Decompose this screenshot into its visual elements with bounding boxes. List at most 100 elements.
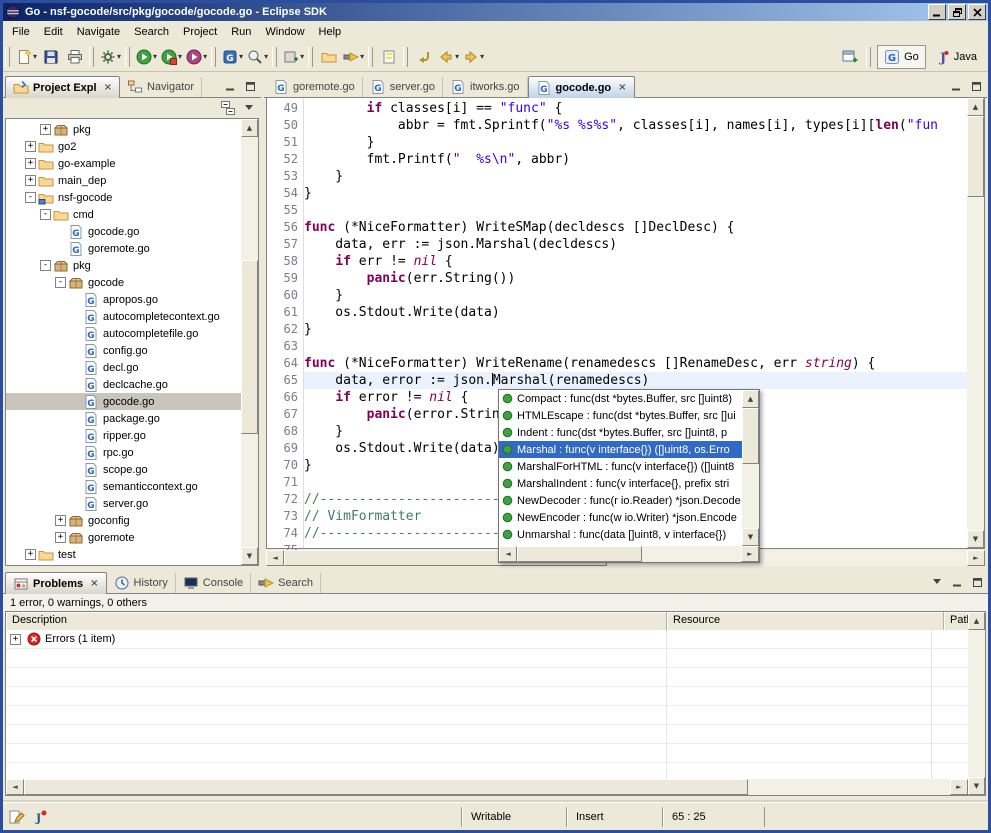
column-header-resource[interactable]: Resource <box>667 612 944 630</box>
tree-item-apropos-go[interactable]: Gapropos.go <box>6 291 241 308</box>
scroll-left-button[interactable]: ◄ <box>266 550 284 566</box>
dropdown-arrow-icon[interactable]: ▾ <box>33 52 37 61</box>
plus-expander-icon[interactable]: + <box>25 549 36 560</box>
plus-expander-icon[interactable]: + <box>25 158 36 169</box>
view-menu-button[interactable] <box>241 101 257 115</box>
dropdown-arrow-icon[interactable]: ▾ <box>203 52 207 61</box>
restore-button[interactable] <box>948 4 966 20</box>
close-icon[interactable]: × <box>90 578 98 589</box>
code-line-61[interactable]: os.Stdout.Write(data) <box>304 304 967 321</box>
scroll-up-button[interactable]: ▲ <box>968 612 985 630</box>
code-line-51[interactable]: } <box>304 134 967 151</box>
tree-item-go2[interactable]: +go2 <box>6 138 241 155</box>
plus-expander-icon[interactable]: + <box>40 124 51 135</box>
tree-item-declcache-go[interactable]: Gdeclcache.go <box>6 376 241 393</box>
completion-item[interactable]: Indent : func(dst *bytes.Buffer, src []u… <box>499 424 742 441</box>
scroll-down-button[interactable]: ▼ <box>968 777 985 795</box>
close-icon[interactable]: × <box>104 82 112 93</box>
scroll-down-button[interactable]: ▼ <box>742 528 759 546</box>
minus-expander-icon[interactable]: - <box>40 209 51 220</box>
tab-project-expl[interactable]: Project Expl× <box>5 76 120 98</box>
scrollbar-thumb[interactable] <box>742 408 759 464</box>
toolbar-profile-button[interactable]: ▾ <box>184 45 209 69</box>
scrollbar-track[interactable] <box>24 779 950 795</box>
dropdown-arrow-icon[interactable]: ▾ <box>300 52 304 61</box>
tree-item-decl-go[interactable]: Gdecl.go <box>6 359 241 376</box>
tree-item-pkg[interactable]: -pkg <box>6 257 241 274</box>
tab-server-go[interactable]: Gserver.go <box>363 77 443 97</box>
tree-item-gocode-go[interactable]: Ggocode.go <box>6 393 241 410</box>
menu-edit[interactable]: Edit <box>37 23 70 41</box>
menu-help[interactable]: Help <box>312 23 349 41</box>
maximize-view-button[interactable] <box>242 79 258 93</box>
problems-vscrollbar[interactable]: ▲▼ <box>968 612 985 795</box>
plus-expander-icon[interactable]: + <box>25 141 36 152</box>
dropdown-arrow-icon[interactable]: ▾ <box>239 52 243 61</box>
toolbar-new-go-element-button[interactable]: G▾ <box>220 45 245 69</box>
dropdown-arrow-icon[interactable]: ▾ <box>455 52 459 61</box>
collapse-all-button[interactable] <box>220 101 236 115</box>
code-line-53[interactable]: } <box>304 168 967 185</box>
perspective-go-button[interactable]: GGo <box>877 45 926 69</box>
minimize-view-button[interactable] <box>949 575 965 589</box>
dropdown-arrow-icon[interactable]: ▾ <box>360 52 364 61</box>
dropdown-arrow-icon[interactable]: ▾ <box>153 52 157 61</box>
open-perspective-button[interactable] <box>838 45 862 69</box>
code-line-57[interactable]: data, err := json.Marshal(decldescs) <box>304 236 967 253</box>
minus-expander-icon[interactable]: - <box>55 277 66 288</box>
code-line-62[interactable]: } <box>304 321 967 338</box>
tab-itworks-go[interactable]: Gitworks.go <box>443 77 528 97</box>
tree-item-pkg[interactable]: +pkg <box>6 121 241 138</box>
close-button[interactable] <box>968 4 986 20</box>
dropdown-arrow-icon[interactable]: ▾ <box>117 52 121 61</box>
tree-item-rpc-go[interactable]: Grpc.go <box>6 444 241 461</box>
menu-window[interactable]: Window <box>258 23 311 41</box>
code-line-59[interactable]: panic(err.String()) <box>304 270 967 287</box>
problems-row[interactable]: +Errors (1 item) <box>6 630 968 649</box>
tree-item-cmd[interactable]: -cmd <box>6 206 241 223</box>
toolbar-run-button[interactable]: ▾ <box>134 45 159 69</box>
toolbar-print-button[interactable] <box>63 45 87 69</box>
plus-expander-icon[interactable]: + <box>55 532 66 543</box>
tree-item-goconfig[interactable]: +goconfig <box>6 512 241 529</box>
toolbar-forward-button[interactable]: ▾ <box>461 45 486 69</box>
tree-item-goremote-go[interactable]: Ggoremote.go <box>6 240 241 257</box>
dropdown-arrow-icon[interactable]: ▾ <box>264 52 268 61</box>
toolbar-back-button[interactable]: ▾ <box>436 45 461 69</box>
toolbar-new-java-element-button[interactable]: ▾ <box>281 45 306 69</box>
scrollbar-thumb[interactable] <box>241 260 258 434</box>
completion-item[interactable]: NewEncoder : func(w io.Writer) *json.Enc… <box>499 509 742 526</box>
scrollbar-thumb[interactable] <box>967 116 984 197</box>
completion-item[interactable]: Unmarshal : func(data []uint8, v interfa… <box>499 526 742 543</box>
popup-vscrollbar[interactable]: ▲▼ <box>742 390 759 546</box>
scrollbar-thumb[interactable] <box>517 546 642 562</box>
tab-problems[interactable]: Problems× <box>5 572 107 594</box>
tree-item-server-go[interactable]: Gserver.go <box>6 495 241 512</box>
minus-expander-icon[interactable]: - <box>25 192 36 203</box>
tree-item-config-go[interactable]: Gconfig.go <box>6 342 241 359</box>
menu-view-button[interactable] <box>929 575 945 589</box>
code-line-63[interactable] <box>304 338 967 355</box>
scrollbar-track[interactable] <box>517 546 741 562</box>
code-line-50[interactable]: abbr = fmt.Sprintf("%s %s%s", classes[i]… <box>304 117 967 134</box>
minimize-button[interactable] <box>928 4 946 20</box>
code-line-65[interactable]: data, error := json.Marshal(renamedescs) <box>304 372 967 389</box>
trim-java-button[interactable]: J <box>32 810 48 824</box>
explorer-scrollbar[interactable]: ▲▼ <box>241 119 258 565</box>
editor-vscrollbar[interactable]: ▲▼ <box>967 98 984 548</box>
completion-item[interactable]: MarshalIndent : func(v interface{}, pref… <box>499 475 742 492</box>
tree-item-go-example[interactable]: +go-example <box>6 155 241 172</box>
tree-item-main-dep[interactable]: +main_dep <box>6 172 241 189</box>
tree-item-goremote[interactable]: +goremote <box>6 529 241 546</box>
close-icon[interactable]: × <box>618 82 626 93</box>
minus-expander-icon[interactable]: - <box>40 260 51 271</box>
scroll-left-button[interactable]: ◄ <box>6 779 24 795</box>
tree-item-autocompletefile-go[interactable]: Gautocompletefile.go <box>6 325 241 342</box>
code-line-58[interactable]: if err != nil { <box>304 253 967 270</box>
plus-expander-icon[interactable]: + <box>25 175 36 186</box>
scroll-left-button[interactable]: ◄ <box>499 546 517 562</box>
scroll-down-button[interactable]: ▼ <box>967 530 984 548</box>
dropdown-arrow-icon[interactable]: ▾ <box>480 52 484 61</box>
toolbar-toggle-mark-occurrences-button[interactable] <box>377 45 401 69</box>
menu-file[interactable]: File <box>5 23 37 41</box>
